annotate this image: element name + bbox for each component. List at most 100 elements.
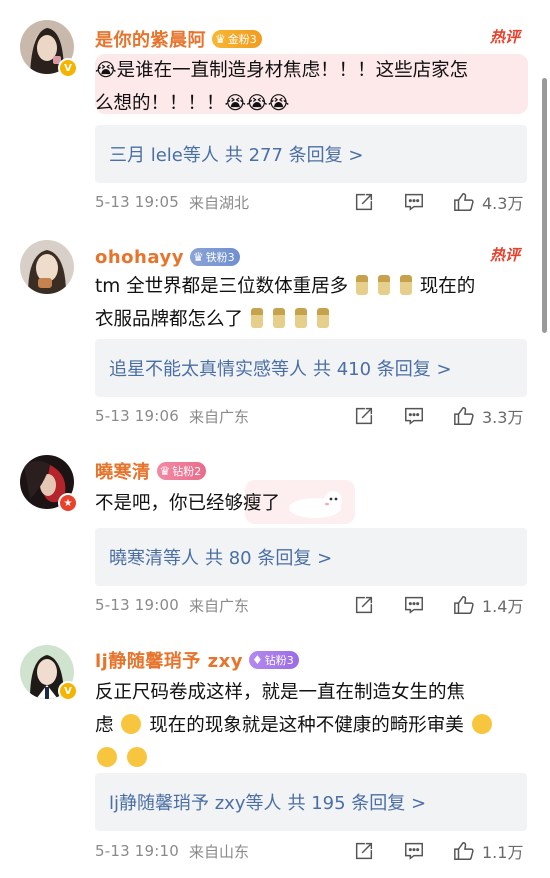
location: 来自广东 [189,407,250,426]
reply-user: lj静随馨琑予 zxy [109,793,246,814]
reply-user: 曉寒清 [109,548,163,569]
like-button[interactable]: 3.3万 [453,404,523,428]
like-count: 3.3万 [482,408,524,427]
action-bar: 4.3万 [353,189,523,215]
timestamp: 5-13 19:06 [95,407,180,425]
comment-line: 现在的现象就是这种不健康的畸形审美 [149,715,464,736]
fan-badge: ♛ 金粉3 [212,30,262,48]
thumbs-up-icon [454,842,474,860]
location: 来自广东 [189,596,250,615]
bottle-emoji-icon [377,275,390,295]
thumbs-up-icon [454,193,474,211]
face-covering-emoji-icon [471,714,492,734]
bottle-emoji-icon [250,308,263,328]
fan-badge-label: 金粉3 [227,33,257,46]
comment-meta: 5-13 19:10 来自山东 1.1万 [95,838,535,864]
share-icon[interactable] [353,191,375,213]
hot-comment-tag: 热评 [490,28,521,46]
reply-user: 三月 lele [109,145,183,166]
reply-count: 共 80 条回复 > [205,548,333,569]
bottle-emoji-icon [356,275,369,295]
fan-badge: ♛ 铁粉3 [189,248,240,266]
comment-text: 😭是谁在一直制造身材焦虑！！！这些店家怎 么想的！！！！😭😭😭 [95,54,527,120]
location: 来自湖北 [189,193,250,212]
fan-badge-label: 钻粉2 [172,465,202,478]
like-button[interactable]: 4.3万 [453,190,523,214]
comment-line-tail: 现在的 [419,276,476,297]
user-header: ohohayy ♛ 铁粉3 [95,244,240,270]
timestamp: 5-13 19:10 [95,842,180,860]
comment-text: tm 全世界都是三位数体重居多 现在的 衣服品牌都怎么了 [95,270,527,336]
comment-meta: 5-13 19:05 来自湖北 4.3万 [95,189,535,215]
bottle-emoji-icon [272,308,285,328]
comment-line: 😭是谁在一直制造身材焦虑！！！这些店家怎 [95,60,469,81]
username[interactable]: ohohayy [95,247,184,268]
fan-badge-label: 钻粉3 [264,654,294,667]
thumbs-up-icon [454,407,474,425]
verified-badge-icon: V [58,58,78,78]
reply-suffix: 等人 [245,793,282,814]
comment-line: 反正尺码卷成这样，就是一直在制造女生的焦 [95,682,466,703]
reply-user: 追星不能太真情实感 [109,359,271,380]
reply-suffix: 等人 [163,548,199,569]
bottle-emoji-icon [316,308,329,328]
comment-icon[interactable] [403,594,425,616]
reply-count: 共 277 条回复 > [224,145,364,166]
bottle-emoji-icon [399,275,412,295]
comment-icon[interactable] [403,191,425,213]
scrollbar[interactable] [542,78,547,333]
like-count: 1.4万 [482,597,524,616]
user-header: 是你的紫晨阿 ♛ 金粉3 [95,26,262,52]
comment-line: 衣服品牌都怎么了 [95,309,244,330]
comment-line: 不是吧，你已经够瘦了 [95,493,281,514]
location: 来自山东 [189,842,250,861]
like-count: 1.1万 [482,843,524,862]
crown-icon: ♛ [215,32,226,46]
reply-summary-link[interactable]: 三月 lele 等人 共 277 条回复 > [95,125,527,183]
comment-line: tm 全世界都是三位数体重居多 [95,276,349,297]
diamond-icon: ♦ [251,653,263,667]
face-covering-emoji-icon [97,747,117,767]
fan-badge-label: 铁粉3 [205,251,235,264]
comment-icon[interactable] [403,405,425,427]
username[interactable]: 曉寒清 [95,458,151,484]
face-covering-emoji-icon [121,714,142,734]
timestamp: 5-13 19:00 [95,596,180,614]
reply-count: 共 410 条回复 > [313,359,452,380]
username[interactable]: lj静随馨琑予 zxy [95,647,243,673]
crown-icon: ♛ [192,250,204,264]
share-icon[interactable] [353,594,375,616]
hot-comment-tag: 热评 [490,246,521,264]
comment-meta: 5-13 19:06 来自广东 3.3万 [95,403,535,429]
like-button[interactable]: 1.1万 [453,839,523,863]
timestamp: 5-13 19:05 [95,193,180,211]
user-header: 曉寒清 ♛ 钻粉2 [95,458,207,484]
crown-icon: ♛ [159,464,171,478]
reply-suffix: 等人 [271,359,307,380]
share-icon[interactable] [353,405,375,427]
thumbs-up-icon [454,596,474,614]
comment-line: 虑 [95,715,114,736]
like-button[interactable]: 1.4万 [453,593,523,617]
star-badge-icon: ★ [58,493,78,513]
reply-summary-link[interactable]: lj静随馨琑予 zxy 等人 共 195 条回复 > [95,773,527,831]
reply-suffix: 等人 [182,145,219,166]
comment-icon[interactable] [403,840,425,862]
reply-summary-link[interactable]: 曉寒清 等人 共 80 条回复 > [95,528,527,586]
action-bar: 3.3万 [353,403,523,429]
share-icon[interactable] [353,840,375,862]
like-count: 4.3万 [482,194,524,213]
face-covering-emoji-icon [126,747,147,767]
avatar[interactable] [20,240,74,294]
reply-count: 共 195 条回复 > [287,793,427,814]
verified-badge-icon: V [58,681,78,701]
comment-meta: 5-13 19:00 来自广东 1.4万 [95,592,535,618]
action-bar: 1.4万 [353,592,523,618]
comment-text: 不是吧，你已经够瘦了 [95,487,527,520]
comment-line: 么想的！！！！😭😭😭 [95,93,290,114]
action-bar: 1.1万 [353,838,523,864]
username[interactable]: 是你的紫晨阿 [95,26,206,52]
reply-summary-link[interactable]: 追星不能太真情实感 等人 共 410 条回复 > [95,339,527,397]
user-header: lj静随馨琑予 zxy ♦ 钻粉3 [95,647,299,673]
fan-badge: ♛ 钻粉2 [156,462,207,480]
